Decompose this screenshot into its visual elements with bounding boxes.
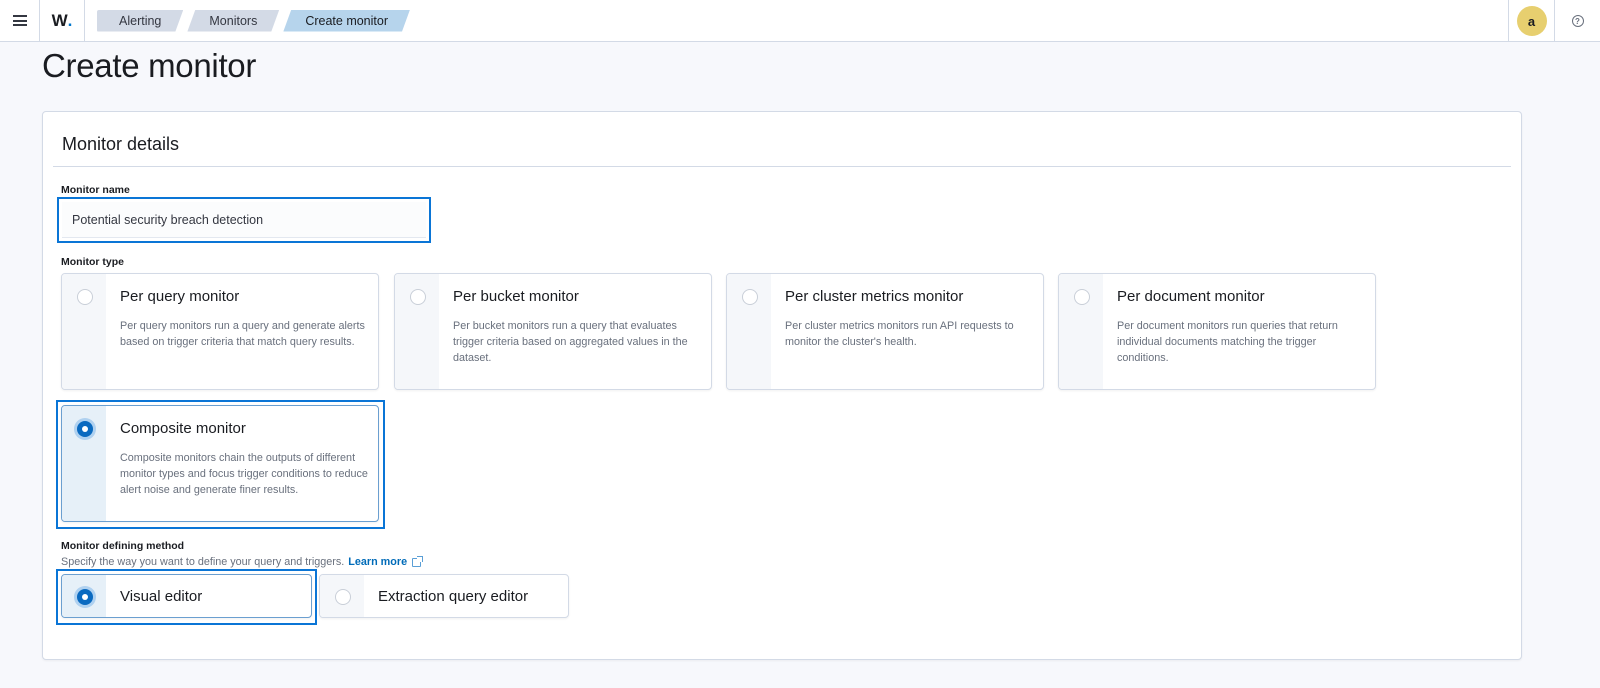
monitor-type-per-bucket[interactable]: Per bucket monitor Per bucket monitors r…	[394, 273, 712, 390]
card-description: Per bucket monitors run a query that eva…	[453, 320, 688, 364]
card-title: Per cluster metrics monitor	[785, 288, 964, 305]
defining-method-label: Monitor defining method	[61, 540, 185, 552]
logo-text: W	[51, 10, 68, 30]
learn-more-link[interactable]: Learn more	[348, 556, 407, 568]
avatar[interactable]: a	[1516, 6, 1547, 36]
monitor-type-per-query[interactable]: Per query monitor Per query monitors run…	[61, 273, 379, 390]
radio-unchecked-icon[interactable]	[410, 289, 426, 305]
external-link-icon	[412, 555, 424, 567]
page-title: Create monitor	[42, 47, 257, 84]
card-title: Extraction query editor	[378, 588, 529, 605]
card-title: Visual editor	[120, 588, 203, 605]
card-description: Per cluster metrics monitors run API req…	[785, 320, 1014, 348]
panel-title: Monitor details	[62, 134, 180, 154]
radio-checked-icon[interactable]	[77, 589, 93, 605]
defining-method-help: Specify the way you want to define your …	[61, 555, 424, 568]
method-visual-editor[interactable]: Visual editor	[61, 574, 312, 618]
monitor-details-panel: Monitor details Monitor name Monitor typ…	[42, 111, 1522, 660]
radio-unchecked-icon[interactable]	[77, 289, 93, 305]
card-title: Per query monitor	[120, 288, 240, 305]
monitor-type-per-cluster-metrics[interactable]: Per cluster metrics monitor Per cluster …	[726, 273, 1044, 390]
radio-checked-icon[interactable]	[77, 421, 93, 437]
help-icon[interactable]: ?	[1571, 15, 1584, 27]
monitor-type-composite[interactable]: Composite monitor Composite monitors cha…	[61, 405, 379, 522]
breadcrumb: Alerting Monitors Create monitor	[97, 0, 414, 42]
method-extraction-query-editor[interactable]: Extraction query editor	[319, 574, 569, 618]
card-description: Composite monitors chain the outputs of …	[120, 452, 368, 496]
radio-unchecked-icon[interactable]	[742, 289, 758, 305]
top-navigation-bar: W. Alerting Monitors Create monitor a ?	[0, 0, 1600, 42]
panel-divider	[53, 166, 1511, 167]
card-title: Per bucket monitor	[453, 288, 579, 305]
monitor-type-per-document[interactable]: Per document monitor Per document monito…	[1058, 273, 1376, 390]
monitor-name-input[interactable]	[62, 202, 426, 238]
menu-button[interactable]	[0, 0, 40, 42]
header-actions: a ?	[1508, 0, 1600, 42]
card-description: Per query monitors run a query and gener…	[120, 320, 365, 348]
breadcrumb-create-monitor: Create monitor	[283, 10, 410, 32]
card-description: Per document monitors run queries that r…	[1117, 320, 1338, 364]
radio-unchecked-icon[interactable]	[335, 589, 351, 605]
monitor-type-label: Monitor type	[61, 256, 124, 268]
logo-dot: .	[67, 10, 73, 30]
card-title: Per document monitor	[1117, 288, 1265, 305]
monitor-name-focus-outline	[57, 197, 431, 243]
radio-unchecked-icon[interactable]	[1074, 289, 1090, 305]
breadcrumb-monitors[interactable]: Monitors	[187, 10, 279, 32]
help-menu: ?	[1554, 0, 1600, 42]
help-text: Specify the way you want to define your …	[61, 556, 345, 568]
hamburger-menu-icon	[12, 15, 27, 26]
user-menu: a	[1508, 0, 1554, 42]
app-logo[interactable]: W.	[40, 0, 85, 42]
monitor-name-label: Monitor name	[61, 184, 130, 196]
card-title: Composite monitor	[120, 420, 246, 437]
breadcrumb-alerting[interactable]: Alerting	[97, 10, 183, 32]
